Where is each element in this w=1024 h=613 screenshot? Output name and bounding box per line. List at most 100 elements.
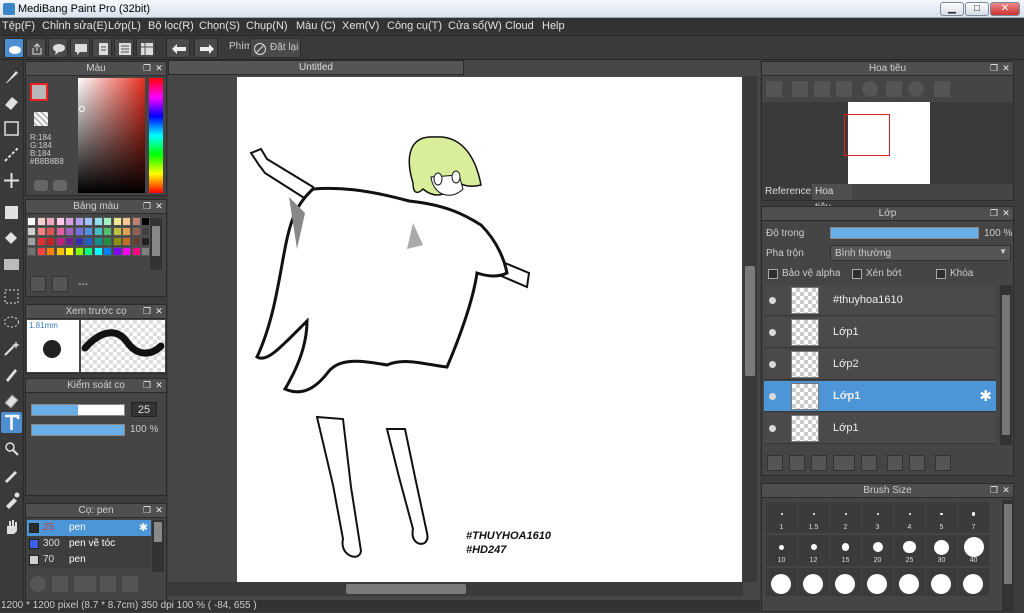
brush-list-item[interactable]: 300 pen vẽ tóc (27, 536, 151, 552)
palette-swatch[interactable] (93, 227, 103, 236)
canvas-vertical-scrollbar[interactable] (743, 76, 757, 582)
palette-swatch[interactable] (141, 217, 150, 226)
protect-alpha-checkbox[interactable] (768, 269, 778, 279)
brush-list-item[interactable]: 70 pen (27, 552, 151, 568)
brush-size-value[interactable]: 25 (131, 402, 157, 417)
canvas-page[interactable]: #THUYHOA1610 #HD247 (237, 77, 742, 582)
palette-swatch[interactable] (93, 217, 103, 226)
rotate-right-icon[interactable] (908, 81, 924, 97)
brush-opacity-slider[interactable] (31, 424, 125, 436)
undo-button[interactable] (166, 38, 190, 58)
brush-size-cell[interactable] (958, 568, 989, 596)
hue-slider[interactable] (149, 78, 163, 193)
palette-swatch[interactable] (55, 217, 65, 226)
brush-list-item[interactable]: 25 pen ✱ (27, 520, 151, 536)
palette-swatch[interactable] (36, 227, 46, 236)
move-tool-icon[interactable] (1, 170, 22, 191)
layer-folder-icon[interactable] (861, 455, 877, 471)
panel-float-icon[interactable]: ❐ (142, 63, 152, 73)
menu-file[interactable]: Tệp(F) (2, 20, 35, 32)
palette-swatch[interactable] (122, 227, 131, 236)
palette-swatch[interactable] (141, 227, 150, 236)
brush-list-scrollbar[interactable] (152, 520, 164, 572)
new-brush-icon[interactable] (52, 576, 68, 592)
shape-tool-icon[interactable] (1, 118, 22, 139)
palette-swatch[interactable] (103, 217, 112, 226)
reset-button[interactable]: Đặt lại (250, 38, 301, 58)
fullscreen-icon[interactable] (886, 81, 902, 97)
add-brush-icon[interactable] (74, 576, 96, 592)
palette-swatch[interactable] (122, 217, 131, 226)
panel-close-icon[interactable]: ✕ (154, 201, 164, 211)
lock-checkbox[interactable] (936, 269, 946, 279)
blend-mode-select[interactable]: Bình thường ▼ (830, 245, 1011, 261)
menu-layer[interactable]: Lớp(L) (108, 20, 141, 32)
layer-row[interactable]: Lớp1 (764, 413, 996, 444)
tab-reference[interactable]: Reference (762, 184, 812, 200)
brush-size-cell[interactable]: 1.5 (798, 502, 829, 533)
palette-swatch[interactable] (103, 227, 112, 236)
palette-swatch[interactable] (36, 247, 46, 256)
dot-tool-icon[interactable] (1, 144, 22, 165)
lasso-tool-icon[interactable] (1, 312, 22, 333)
visibility-icon[interactable] (769, 361, 776, 368)
new-palette-icon[interactable] (30, 276, 46, 292)
menu-edit[interactable]: Chỉnh sửa(E) (42, 20, 107, 32)
brush-size-cell[interactable] (830, 568, 861, 596)
palette-swatch[interactable] (46, 227, 55, 236)
palette-swatch[interactable] (112, 237, 122, 246)
palette-swatch[interactable] (131, 237, 141, 246)
palette-swatch[interactable] (141, 237, 150, 246)
layer-scrollbar[interactable] (1000, 285, 1012, 445)
folder-icon[interactable] (122, 576, 138, 592)
brush-size-cell[interactable]: 20 (862, 535, 893, 566)
eyedropper-mini-icon[interactable] (34, 180, 48, 191)
picker-cursor[interactable] (79, 106, 85, 112)
layer-row[interactable]: Lớp1 ✱ (764, 381, 996, 412)
new-layer-icon[interactable] (767, 455, 783, 471)
redo-button[interactable] (194, 38, 218, 58)
canvas-tab[interactable]: Untitled (168, 60, 464, 75)
palette-swatch[interactable] (103, 247, 112, 256)
menu-color[interactable]: Màu (C) (296, 20, 336, 32)
operation-tool-icon[interactable] (1, 438, 22, 459)
layer-row[interactable]: Lớp2 (764, 349, 996, 380)
eyedropper-tool-icon[interactable] (1, 464, 22, 485)
new-8bit-layer-icon[interactable] (811, 455, 827, 471)
menu-capture[interactable]: Chụp(N) (246, 20, 288, 32)
brush-size-cell[interactable]: 5 (926, 502, 957, 533)
fit-icon[interactable] (814, 81, 830, 97)
palette-scrollbar[interactable] (150, 218, 162, 270)
menu-tools[interactable]: Công cụ(T) (387, 20, 442, 32)
flip-icon[interactable] (934, 81, 950, 97)
menu-help[interactable]: Help (542, 20, 565, 32)
brush-size-cell[interactable] (926, 568, 957, 596)
panel-float-icon[interactable]: ❐ (142, 380, 152, 390)
panel-float-icon[interactable]: ❐ (989, 63, 999, 73)
zoom-in-icon[interactable] (766, 81, 782, 97)
panel-close-icon[interactable]: ✕ (154, 380, 164, 390)
delete-layer-icon[interactable] (935, 455, 951, 471)
menu-cloud[interactable]: Cloud (505, 20, 534, 32)
panel-float-icon[interactable]: ❐ (142, 306, 152, 316)
palette-swatch[interactable] (55, 237, 65, 246)
layer-opacity-slider[interactable] (830, 227, 979, 239)
brush-size-cell[interactable]: 1 (766, 502, 797, 533)
minimize-button[interactable]: ▁ (940, 2, 964, 16)
brush-size-cell[interactable] (766, 568, 797, 596)
visibility-icon[interactable] (769, 329, 776, 336)
list-icon[interactable] (114, 38, 134, 58)
visibility-icon[interactable] (769, 425, 776, 432)
brush-size-cell[interactable]: 30 (926, 535, 957, 566)
palette-swatch[interactable] (27, 247, 36, 256)
secondary-color-swatch[interactable] (34, 112, 48, 126)
copy-brush-icon[interactable] (100, 576, 116, 592)
palette-swatch[interactable] (65, 227, 74, 236)
bucket-tool-icon[interactable] (1, 228, 22, 249)
select-eraser-tool-icon[interactable] (1, 390, 22, 411)
saturation-value-picker[interactable] (78, 78, 145, 193)
magic-wand-tool-icon[interactable] (1, 338, 22, 359)
palette-swatch[interactable] (46, 237, 55, 246)
brush-size-cell[interactable]: 15 (830, 535, 861, 566)
visibility-icon[interactable] (769, 297, 776, 304)
